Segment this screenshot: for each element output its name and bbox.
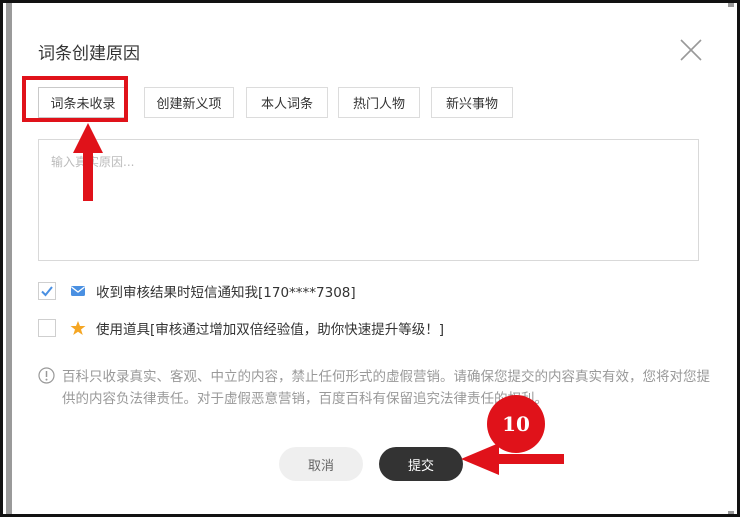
mail-icon [70, 283, 86, 299]
reason-textarea[interactable] [38, 139, 699, 261]
screenshot-frame: 词条创建原因 词条未收录 创建新义项 本人词条 热门人物 新兴事物 输入真实原因… [0, 0, 740, 517]
cancel-button[interactable]: 取消 [279, 447, 363, 481]
close-icon [680, 39, 702, 61]
tag-not-included[interactable]: 词条未收录 [38, 87, 128, 118]
use-prop-checkbox[interactable] [38, 319, 56, 337]
checkmark-icon [41, 286, 53, 297]
tag-popular-person[interactable]: 热门人物 [338, 87, 420, 118]
sms-notify-label: 收到审核结果时短信通知我[170****7308] [96, 285, 356, 301]
create-reason-dialog: 词条创建原因 词条未收录 创建新义项 本人词条 热门人物 新兴事物 输入真实原因… [12, 7, 734, 511]
close-button[interactable] [676, 35, 706, 65]
tag-emerging-thing[interactable]: 新兴事物 [431, 87, 513, 118]
sms-notify-checkbox[interactable] [38, 282, 56, 300]
use-prop-option: 使用道具[审核通过增加双倍经验值，助你快速提升等级！] [38, 317, 444, 339]
policy-notice-text: 百科只收录真实、客观、中立的内容，禁止任何形式的虚假营销。请确保您提交的内容真实… [62, 369, 710, 407]
submit-button[interactable]: 提交 [379, 447, 463, 481]
step-number: 10 [502, 412, 530, 436]
step-number-badge: 10 [487, 395, 545, 453]
tag-new-meaning[interactable]: 创建新义项 [144, 87, 234, 118]
sms-notify-option: 收到审核结果时短信通知我[170****7308] [38, 280, 356, 302]
tag-own-entry[interactable]: 本人词条 [246, 87, 328, 118]
use-prop-label: 使用道具[审核通过增加双倍经验值，助你快速提升等级！] [96, 322, 445, 338]
info-circle-icon [38, 367, 55, 384]
dialog-title: 词条创建原因 [38, 44, 140, 64]
star-icon [70, 320, 86, 336]
